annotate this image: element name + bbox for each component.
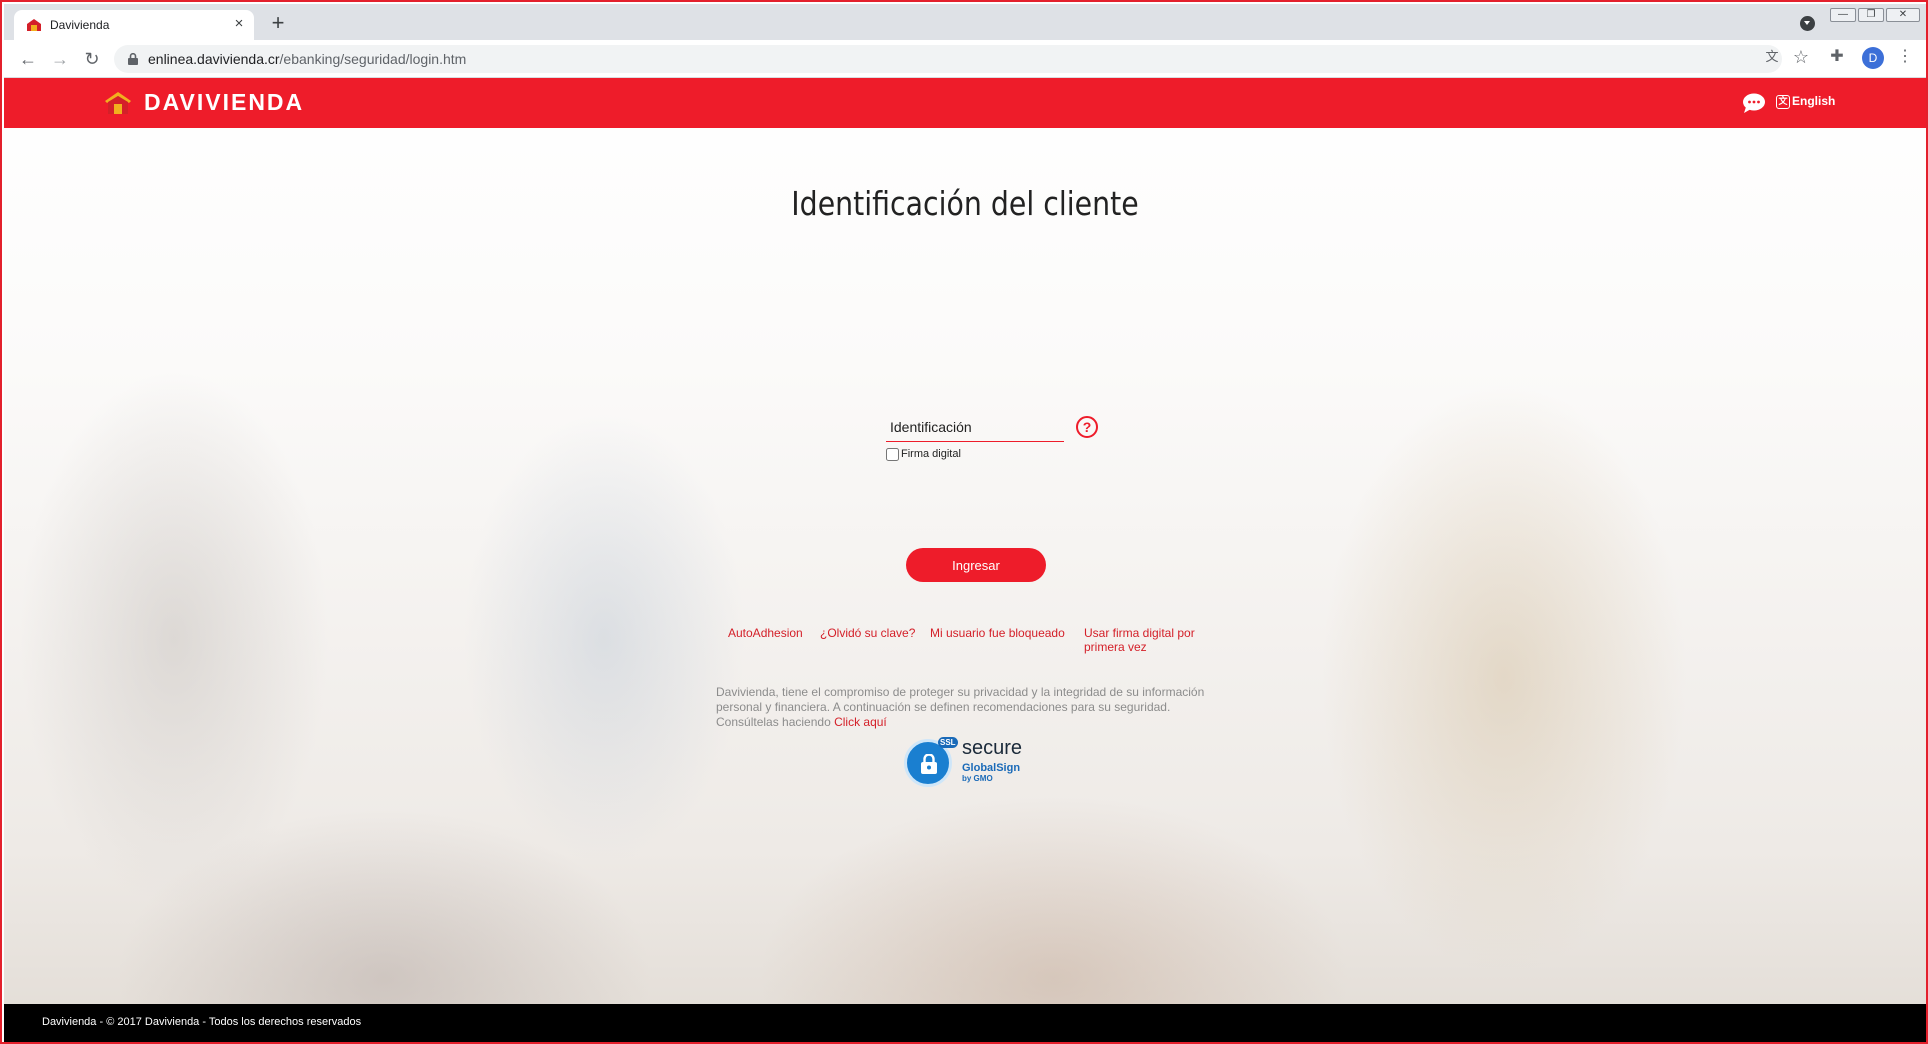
padlock-icon [921, 754, 937, 774]
url-host: enlinea.davivienda.cr [148, 51, 280, 67]
translate-icon[interactable]: 文 [1762, 47, 1782, 67]
language-icon: 文 [1776, 94, 1790, 109]
minimize-icon[interactable]: — [1830, 8, 1856, 22]
browser-tab[interactable]: Davivienda × [14, 10, 254, 40]
language-label: English [1792, 94, 1836, 108]
extensions-icon[interactable]: ✚ [1826, 45, 1848, 69]
ingresar-button[interactable]: Ingresar [906, 548, 1046, 582]
ssl-secure-badge[interactable]: SSL secure GlobalSign by GMO [904, 737, 1034, 789]
chat-icon[interactable] [1742, 92, 1766, 114]
site-footer: Davivienda - © 2017 Davivienda - Todos l… [4, 1004, 1926, 1042]
close-window-icon[interactable]: ✕ [1886, 8, 1920, 22]
ssl-brand: GlobalSign [962, 762, 1021, 774]
url-text: enlinea.davivienda.cr/ebanking/seguridad… [148, 51, 466, 67]
url-path: /ebanking/seguridad/login.htm [279, 51, 467, 67]
page-title: Identificación del cliente [791, 184, 1139, 223]
menu-icon[interactable]: ⋮ [1897, 45, 1913, 69]
firma-digital-label: Firma digital [901, 448, 961, 460]
identification-input[interactable] [886, 412, 1064, 442]
autoadhesion-link[interactable]: AutoAdhesion [728, 626, 803, 640]
digital-signature-first-time-link[interactable]: Usar firma digital por primera vez [1084, 626, 1214, 654]
forgot-password-link[interactable]: ¿Olvidó su clave? [820, 626, 915, 640]
tab-close-icon[interactable]: × [230, 14, 248, 34]
firma-digital-checkbox[interactable] [886, 448, 899, 461]
ssl-secure-word: secure [962, 737, 1023, 759]
back-icon[interactable]: ← [16, 47, 40, 71]
tab-favicon-icon [27, 19, 41, 31]
restore-icon[interactable]: ❐ [1858, 8, 1884, 22]
forward-icon[interactable]: → [48, 47, 72, 71]
tab-title: Davivienda [50, 18, 110, 32]
help-icon[interactable]: ? [1076, 416, 1098, 438]
page-content: DAVIVIENDA 文 English Identificación del c… [4, 78, 1926, 1042]
ssl-tag: SSL [938, 737, 958, 748]
new-tab-button[interactable]: + [266, 12, 290, 36]
tab-strip: Davivienda × + — ❐ ✕ [4, 4, 1926, 40]
click-here-link[interactable]: Click aquí [834, 715, 887, 729]
reload-icon[interactable]: ↻ [80, 47, 104, 71]
browser-window: Davivienda × + — ❐ ✕ ← → ↻ enlinea.daviv… [0, 0, 1928, 1044]
tab-search-icon[interactable] [1800, 16, 1815, 31]
ssl-gmo: by GMO [962, 774, 993, 783]
brand-logo-text[interactable]: DAVIVIENDA [144, 89, 304, 116]
user-blocked-link[interactable]: Mi usuario fue bloqueado [930, 626, 1065, 640]
privacy-notice-text: Davivienda, tiene el compromiso de prote… [716, 685, 1205, 729]
privacy-notice: Davivienda, tiene el compromiso de prote… [716, 685, 1206, 730]
address-bar[interactable]: enlinea.davivienda.cr/ebanking/seguridad… [114, 45, 1782, 73]
profile-avatar[interactable]: D [1862, 47, 1884, 69]
davivienda-house-icon [105, 92, 131, 114]
star-icon[interactable]: ☆ [1790, 45, 1812, 69]
lock-icon [128, 53, 138, 65]
browser-toolbar: ← → ↻ enlinea.davivienda.cr/ebanking/seg… [4, 40, 1926, 78]
footer-copyright: Davivienda - © 2017 Davivienda - Todos l… [42, 1016, 362, 1028]
site-header: DAVIVIENDA 文 English [4, 78, 1926, 128]
language-switch-link[interactable]: 文 English [1776, 94, 1835, 109]
